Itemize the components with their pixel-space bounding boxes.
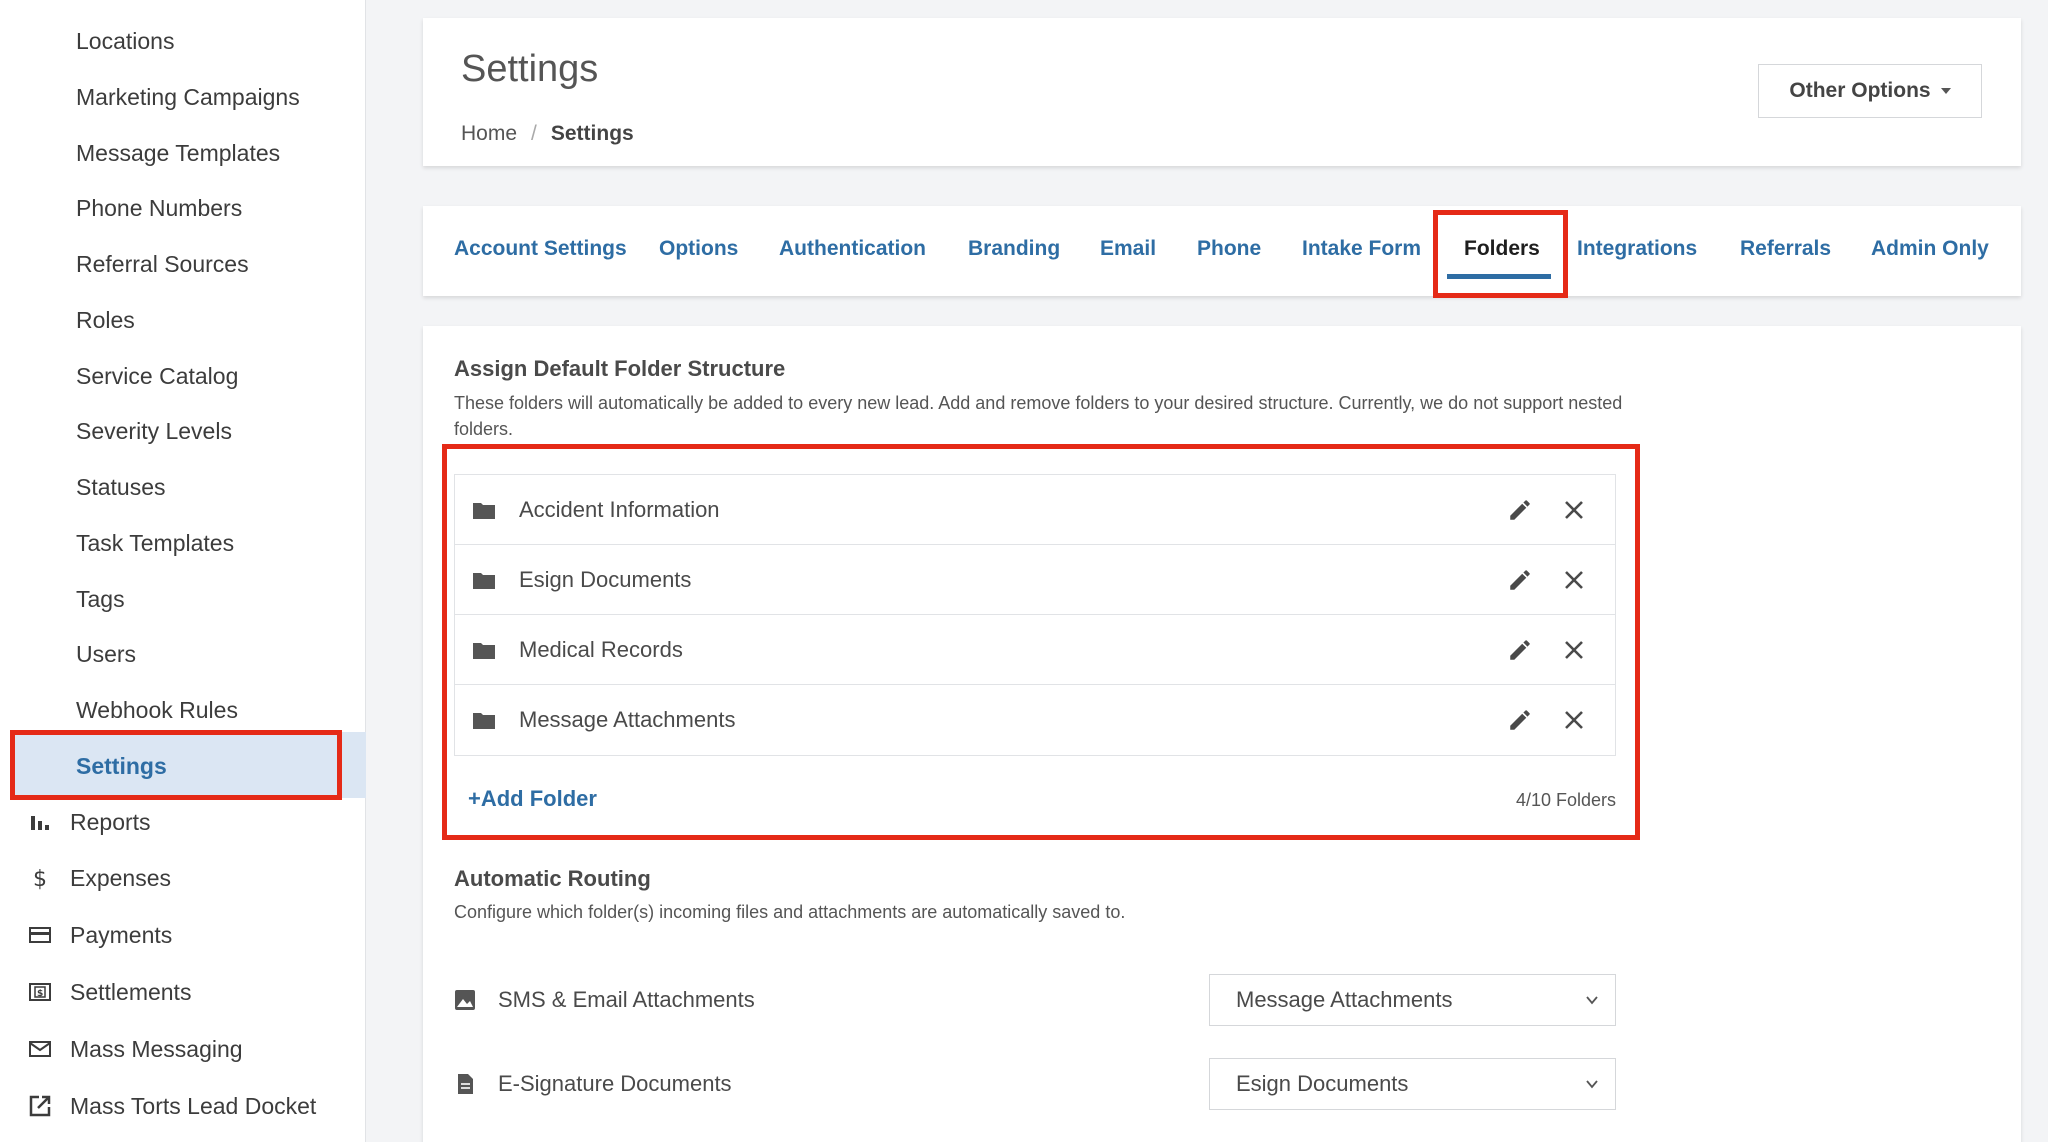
tab-email[interactable]: Email	[1100, 234, 1156, 264]
image-icon	[455, 990, 475, 1010]
bar-chart-icon	[31, 816, 49, 830]
folder-structure-title: Assign Default Folder Structure	[454, 356, 786, 381]
sidebar-item-severity-levels[interactable]: Severity Levels	[76, 416, 232, 446]
other-options-button[interactable]: Other Options	[1758, 64, 1982, 118]
route-label: E-Signature Documents	[498, 1071, 732, 1096]
tab-referrals[interactable]: Referrals	[1740, 234, 1831, 264]
folders-tab-highlight-box	[1433, 210, 1568, 298]
select-value: Message Attachments	[1236, 987, 1453, 1012]
select-value: Esign Documents	[1236, 1071, 1409, 1096]
breadcrumb: Home / Settings	[461, 122, 634, 146]
external-link-icon	[29, 1095, 51, 1117]
sidebar-item-label: Reports	[70, 808, 151, 835]
tab-options[interactable]: Options	[659, 234, 738, 264]
sidebar-item-service-catalog[interactable]: Service Catalog	[76, 361, 238, 391]
sidebar-item-referral-sources[interactable]: Referral Sources	[76, 249, 249, 279]
sidebar-item-label: Settlements	[70, 978, 192, 1005]
folder-structure-description: These folders will automatically be adde…	[454, 393, 1623, 439]
folder-list-highlight-box	[442, 444, 1640, 840]
sidebar-item-users[interactable]: Users	[76, 639, 136, 669]
other-options-label: Other Options	[1789, 79, 1931, 102]
sidebar-item-tags[interactable]: Tags	[76, 584, 125, 614]
sidebar-item-message-templates[interactable]: Message Templates	[76, 138, 280, 168]
tab-phone[interactable]: Phone	[1197, 234, 1261, 264]
credit-card-icon	[29, 927, 51, 943]
sidebar-item-label: Mass Messaging	[70, 1035, 243, 1062]
mail-icon	[29, 1041, 51, 1057]
sidebar-item-reports[interactable]: Reports	[28, 806, 151, 838]
route-row-sms-email: SMS & Email Attachments	[454, 974, 755, 1026]
page-header: Settings Home / Settings Other Options	[423, 18, 2021, 166]
routing-title: Automatic Routing	[454, 866, 651, 891]
sidebar-item-locations[interactable]: Locations	[76, 26, 174, 56]
sidebar-item-mass-messaging[interactable]: Mass Messaging	[28, 1033, 243, 1065]
tab-integrations[interactable]: Integrations	[1577, 234, 1697, 264]
sidebar-item-statuses[interactable]: Statuses	[76, 472, 166, 502]
tab-intake-form[interactable]: Intake Form	[1302, 234, 1421, 264]
sidebar-item-marketing-campaigns[interactable]: Marketing Campaigns	[76, 82, 300, 112]
sms-email-folder-select[interactable]: Message Attachments	[1209, 974, 1616, 1026]
breadcrumb-current: Settings	[550, 122, 634, 145]
sidebar-item-payments[interactable]: Payments	[28, 919, 172, 951]
tab-account-settings[interactable]: Account Settings	[454, 234, 627, 264]
tab-branding[interactable]: Branding	[968, 234, 1060, 264]
chevron-down-icon	[1586, 1080, 1598, 1089]
tab-authentication[interactable]: Authentication	[779, 234, 926, 264]
esignature-folder-select[interactable]: Esign Documents	[1209, 1058, 1616, 1110]
sidebar-item-mass-torts-lead-docket[interactable]: Mass Torts Lead Docket	[28, 1090, 316, 1122]
breadcrumb-home[interactable]: Home	[461, 122, 517, 146]
caret-down-icon	[1940, 88, 1951, 94]
sidebar: Locations Marketing Campaigns Message Te…	[0, 0, 366, 1142]
tab-admin-only[interactable]: Admin Only	[1871, 234, 1989, 264]
page-title: Settings	[461, 48, 599, 90]
cash-icon: $	[29, 983, 51, 1001]
document-icon	[458, 1074, 473, 1094]
sidebar-item-expenses[interactable]: $ Expenses	[28, 862, 171, 894]
sidebar-item-label: Payments	[70, 921, 173, 948]
sidebar-item-label: Expenses	[70, 864, 172, 891]
dollar-icon: $	[33, 867, 47, 890]
sidebar-item-roles[interactable]: Roles	[76, 305, 135, 335]
sidebar-settings-highlight-box	[10, 730, 342, 800]
sidebar-item-task-templates[interactable]: Task Templates	[76, 528, 234, 558]
breadcrumb-separator: /	[531, 122, 537, 145]
svg-text:$: $	[37, 989, 43, 999]
route-label: SMS & Email Attachments	[498, 987, 755, 1012]
svg-text:$: $	[33, 867, 47, 890]
sidebar-item-label: Mass Torts Lead Docket	[70, 1092, 317, 1119]
sidebar-item-webhook-rules[interactable]: Webhook Rules	[76, 695, 238, 725]
chevron-down-icon	[1586, 996, 1598, 1005]
routing-description: Configure which folder(s) incoming files…	[454, 902, 1126, 922]
route-row-esignature: E-Signature Documents	[454, 1058, 732, 1110]
settings-tabs: Account Settings Options Authentication …	[423, 206, 2021, 296]
sidebar-item-settlements[interactable]: $ Settlements	[28, 976, 191, 1008]
sidebar-item-phone-numbers[interactable]: Phone Numbers	[76, 193, 242, 223]
